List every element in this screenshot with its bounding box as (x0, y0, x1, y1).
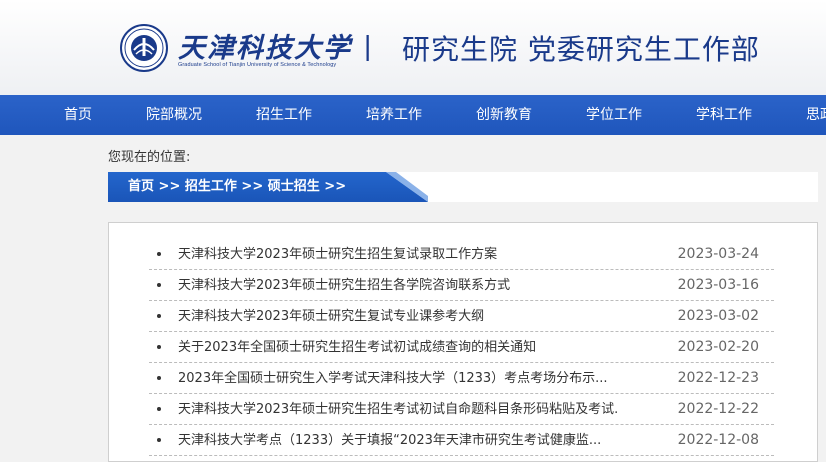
list-item-date: 2022-12-08 (677, 432, 759, 448)
bullet-icon (157, 345, 161, 349)
list-item-date: 2022-12-23 (677, 370, 759, 386)
breadcrumb-separator: >> (158, 179, 181, 194)
list-item[interactable]: 天津科技大学2023年硕士研究生招生考试初试自命题科目条形码粘贴及考试... 2… (149, 394, 774, 425)
list-item-title[interactable]: 天津科技大学2023年硕士研究生招生各学院咨询联系方式 (178, 270, 510, 301)
list-item-title[interactable]: 2023年全国硕士研究生入学考试天津科技大学（1233）考点考场分布示... (178, 363, 608, 394)
main-nav: 首页 院部概况 招生工作 培养工作 创新教育 学位工作 学科工作 思政 (0, 95, 826, 135)
breadcrumb-separator: >> (324, 179, 347, 194)
nav-item-innovation[interactable]: 创新教育 (476, 95, 532, 135)
list-item-date: 2023-03-24 (677, 246, 759, 262)
breadcrumb-home[interactable]: 首页 (128, 179, 154, 194)
breadcrumb-admissions[interactable]: 招生工作 (185, 179, 237, 194)
location-label: 您现在的位置: (108, 150, 191, 165)
breadcrumb-masters[interactable]: 硕士招生 (268, 179, 320, 194)
university-emblem-icon[interactable] (120, 24, 168, 72)
news-list: 天津科技大学2023年硕士研究生招生复试录取工作方案 2023-03-24 天津… (149, 239, 774, 456)
list-item-date: 2023-03-02 (677, 308, 759, 324)
logo-english-name: Graduate School of Tianjin University of… (178, 62, 337, 68)
nav-item-ideology[interactable]: 思政 (806, 95, 826, 135)
breadcrumb-text: 首页 >> 招生工作 >> 硕士招生 >> (128, 172, 346, 202)
list-item-title[interactable]: 天津科技大学2023年硕士研究生复试专业课参考大纲 (178, 301, 484, 332)
nav-item-degree[interactable]: 学位工作 (586, 95, 642, 135)
list-item-date: 2022-12-22 (677, 401, 759, 417)
bullet-icon (157, 438, 161, 442)
news-list-panel: 天津科技大学2023年硕士研究生招生复试录取工作方案 2023-03-24 天津… (108, 222, 818, 462)
logo-chinese-name[interactable]: 天津科技大学 (178, 26, 352, 65)
bullet-icon (157, 283, 161, 287)
bullet-icon (157, 252, 161, 256)
list-item[interactable]: 关于2023年全国硕士研究生招生考试初试成绩查询的相关通知 2023-02-20 (149, 332, 774, 363)
list-item-title[interactable]: 天津科技大学2023年硕士研究生招生复试录取工作方案 (178, 239, 497, 270)
list-item[interactable]: 天津科技大学考点（1233）关于填报“2023年天津市研究生考试健康监... 2… (149, 425, 774, 456)
nav-item-training[interactable]: 培养工作 (366, 95, 422, 135)
list-item[interactable]: 天津科技大学2023年硕士研究生复试专业课参考大纲 2023-03-02 (149, 301, 774, 332)
breadcrumb-separator: >> (241, 179, 264, 194)
list-item-date: 2023-02-20 (677, 339, 759, 355)
header-separator: | (364, 30, 372, 61)
site-header: 天津科技大学 Graduate School of Tianjin Univer… (0, 0, 826, 95)
list-item-date: 2023-03-16 (677, 277, 759, 293)
list-item-title[interactable]: 天津科技大学2023年硕士研究生招生考试初试自命题科目条形码粘贴及考试... (178, 394, 618, 425)
nav-item-discipline[interactable]: 学科工作 (696, 95, 752, 135)
bullet-icon (157, 407, 161, 411)
breadcrumb: 首页 >> 招生工作 >> 硕士招生 >> (108, 172, 818, 202)
list-item[interactable]: 天津科技大学2023年硕士研究生招生各学院咨询联系方式 2023-03-16 (149, 270, 774, 301)
nav-item-home[interactable]: 首页 (64, 95, 92, 135)
nav-item-overview[interactable]: 院部概况 (146, 95, 202, 135)
bullet-icon (157, 314, 161, 318)
bullet-icon (157, 376, 161, 380)
list-item-title[interactable]: 天津科技大学考点（1233）关于填报“2023年天津市研究生考试健康监... (178, 425, 601, 456)
list-item[interactable]: 2023年全国硕士研究生入学考试天津科技大学（1233）考点考场分布示... 2… (149, 363, 774, 394)
list-item-title[interactable]: 关于2023年全国硕士研究生招生考试初试成绩查询的相关通知 (178, 332, 536, 363)
site-title: 研究生院 党委研究生工作部 (402, 33, 760, 66)
list-item[interactable]: 天津科技大学2023年硕士研究生招生复试录取工作方案 2023-03-24 (149, 239, 774, 270)
nav-item-admissions[interactable]: 招生工作 (256, 95, 312, 135)
